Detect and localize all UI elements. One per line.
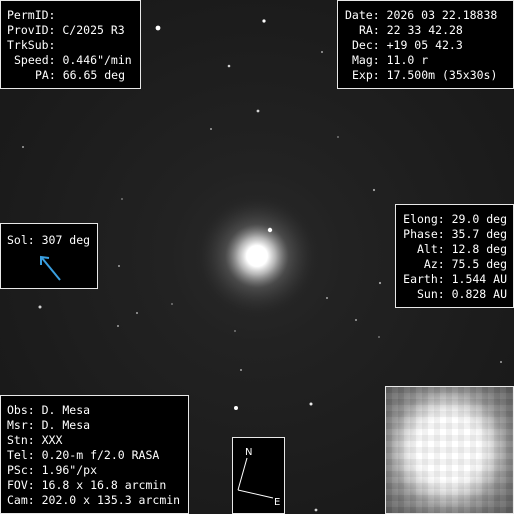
- star: [262, 19, 266, 23]
- star: [234, 330, 236, 332]
- sun-direction-arrow-icon: [40, 255, 61, 281]
- position-angle: PA: 66.65 deg: [35, 68, 126, 82]
- east-label: E: [274, 497, 281, 508]
- star: [355, 319, 357, 321]
- telescope: Tel: 0.20-m f/2.0 RASA: [7, 448, 160, 462]
- star: [117, 325, 119, 327]
- sun-angle: Sol: 307 deg: [7, 233, 91, 247]
- star: [337, 136, 339, 138]
- star: [309, 402, 313, 406]
- sun-distance: Sun: 0.828 AU: [416, 287, 507, 301]
- star: [22, 146, 24, 148]
- compass: N E: [232, 437, 285, 514]
- prov-id: ProvID: C/2025 R3: [7, 23, 125, 37]
- star: [321, 51, 323, 53]
- star: [326, 297, 328, 299]
- sun-direction-panel: Sol: 307 deg: [0, 223, 98, 289]
- measurer: Msr: D. Mesa: [7, 418, 91, 432]
- star: [240, 369, 242, 371]
- obs-date: Date: 2026 03 22.18838: [345, 8, 498, 22]
- star: [38, 305, 42, 309]
- star: [227, 64, 231, 68]
- star: [121, 198, 123, 200]
- geometry-panel: Elong: 29.0 deg Phase: 35.7 deg Alt: 12.…: [395, 204, 514, 308]
- star: [234, 406, 238, 410]
- azimuth: Az: 75.5 deg: [423, 257, 507, 271]
- perm-id: PermID:: [7, 8, 56, 22]
- trk-sub: TrkSub:: [7, 38, 56, 52]
- station: Stn: XXX: [7, 433, 63, 447]
- star: [372, 188, 376, 192]
- field-of-view: FOV: 16.8 x 16.8 arcmin: [7, 478, 167, 492]
- observer-panel: Obs: D. Mesa Msr: D. Mesa Stn: XXX Tel: …: [0, 395, 189, 514]
- star: [118, 265, 120, 267]
- observer: Obs: D. Mesa: [7, 403, 91, 417]
- comet-image: PermID: ProvID: C/2025 R3 TrkSub: Speed:…: [0, 0, 514, 514]
- magnitude: Mag: 11.0 r: [352, 53, 429, 67]
- target-info-panel: PermID: ProvID: C/2025 R3 TrkSub: Speed:…: [0, 0, 141, 89]
- speed: Speed: 0.446"/min: [14, 53, 132, 67]
- elongation: Elong: 29.0 deg: [403, 212, 507, 226]
- star: [378, 336, 380, 338]
- exposure: Exp: 17.500m (35x30s): [352, 68, 498, 82]
- phase-angle: Phase: 35.7 deg: [403, 227, 507, 241]
- star: [155, 25, 161, 31]
- comet-zoom-thumbnail: [385, 386, 514, 514]
- star: [267, 227, 273, 233]
- thumbnail-pixels: [386, 387, 513, 513]
- camera-field: Cam: 202.0 x 135.3 arcmin: [7, 493, 181, 507]
- star: [171, 303, 173, 305]
- star: [210, 128, 212, 130]
- right-ascension: RA: 22 33 42.28: [359, 23, 463, 37]
- star: [378, 281, 382, 285]
- star: [256, 109, 260, 113]
- comet-nucleus: [248, 247, 266, 265]
- observation-info-panel: Date: 2026 03 22.18838 RA: 22 33 42.28 D…: [337, 0, 514, 89]
- star: [500, 361, 502, 363]
- altitude: Alt: 12.8 deg: [416, 242, 507, 256]
- earth-distance: Earth: 1.544 AU: [403, 272, 507, 286]
- pixel-scale: PSc: 1.96"/px: [7, 463, 98, 477]
- star: [314, 508, 318, 512]
- star: [136, 312, 138, 314]
- north-label: N: [245, 447, 253, 458]
- declination: Dec: +19 05 42.3: [352, 38, 463, 52]
